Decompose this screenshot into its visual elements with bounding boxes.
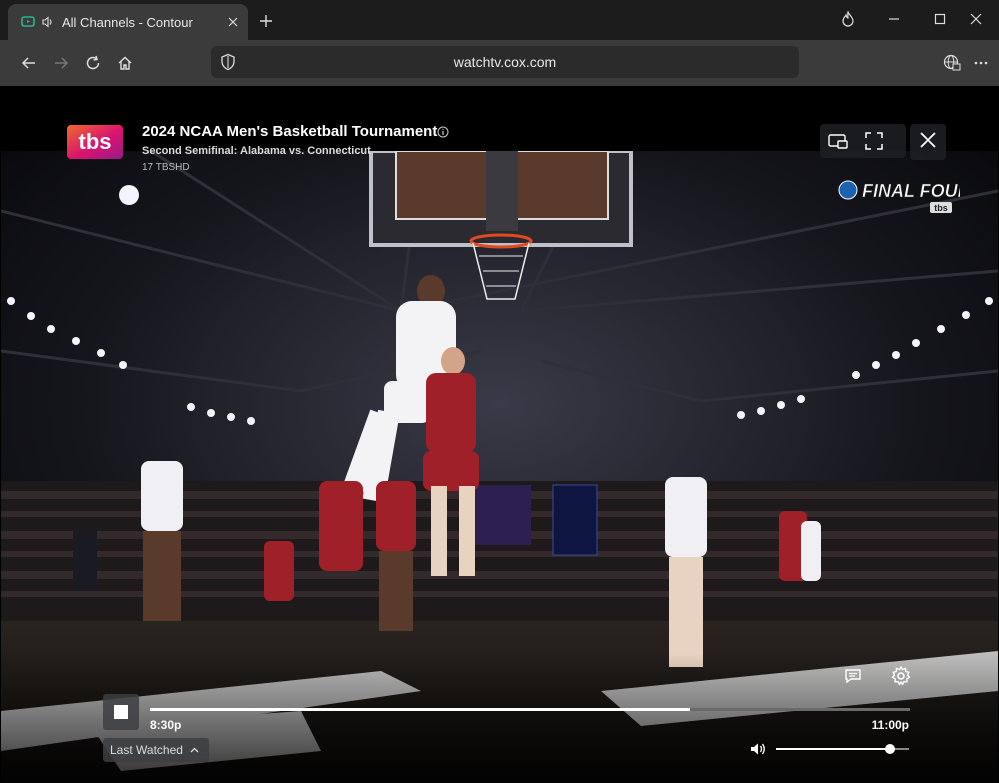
last-watched-button[interactable]: Last Watched bbox=[103, 738, 209, 762]
fullscreen-icon[interactable] bbox=[862, 129, 886, 153]
address-bar[interactable]: watchtv.cox.com bbox=[211, 46, 799, 78]
tab-favicon-icon bbox=[20, 14, 36, 30]
stop-button[interactable] bbox=[103, 694, 139, 730]
last-watched-label: Last Watched bbox=[110, 743, 183, 757]
tab-title: All Channels - Contour bbox=[62, 14, 193, 30]
final-four-logo: FINAL FOUR tbs bbox=[838, 176, 971, 218]
info-icon[interactable] bbox=[437, 125, 449, 138]
forward-icon[interactable] bbox=[49, 51, 73, 75]
video-player[interactable]: tbs 2024 NCAA Men's Basketball Tournamen… bbox=[1, 87, 998, 783]
network-logo: tbs bbox=[67, 125, 123, 159]
window-close-icon[interactable] bbox=[953, 0, 999, 38]
globe-icon[interactable] bbox=[940, 51, 964, 75]
start-time: 8:30p bbox=[150, 718, 182, 732]
more-icon[interactable] bbox=[969, 51, 993, 75]
chevron-up-icon bbox=[190, 745, 199, 756]
speaker-icon[interactable] bbox=[40, 14, 56, 30]
closed-captions-icon[interactable] bbox=[842, 665, 864, 687]
svg-text:FINAL FOUR: FINAL FOUR bbox=[862, 181, 960, 201]
end-time: 11:00p bbox=[871, 718, 909, 732]
channel-label: 17 TBSHD bbox=[142, 162, 190, 173]
refresh-icon[interactable] bbox=[81, 51, 105, 75]
url-text[interactable]: watchtv.cox.com bbox=[211, 54, 799, 70]
show-title: 2024 NCAA Men's Basketball Tournament bbox=[142, 123, 438, 140]
browser-toolbar: watchtv.cox.com bbox=[0, 40, 999, 86]
back-icon[interactable] bbox=[17, 51, 41, 75]
gear-icon[interactable] bbox=[889, 664, 913, 688]
volume-fill bbox=[776, 748, 891, 750]
volume-slider[interactable] bbox=[776, 744, 909, 754]
volume-icon[interactable] bbox=[749, 740, 767, 758]
svg-text:tbs: tbs bbox=[79, 129, 112, 154]
close-icon[interactable] bbox=[224, 13, 242, 31]
minimize-icon[interactable] bbox=[871, 0, 917, 38]
progress-fill bbox=[150, 708, 690, 711]
svg-text:tbs: tbs bbox=[934, 203, 948, 213]
close-icon bbox=[920, 131, 936, 153]
title-bar: All Channels - Contour bbox=[0, 0, 999, 40]
flame-icon[interactable] bbox=[825, 0, 871, 38]
plus-icon[interactable] bbox=[256, 11, 276, 31]
browser-tab[interactable]: All Channels - Contour bbox=[8, 4, 248, 40]
stop-icon bbox=[114, 705, 128, 719]
player-view-controls bbox=[820, 124, 906, 158]
home-icon[interactable] bbox=[113, 51, 137, 75]
episode-title: Second Semifinal: Alabama vs. Connecticu… bbox=[142, 145, 371, 157]
picture-in-picture-icon[interactable] bbox=[826, 129, 850, 153]
progress-bar[interactable] bbox=[150, 708, 910, 711]
close-player-button[interactable] bbox=[910, 124, 946, 160]
